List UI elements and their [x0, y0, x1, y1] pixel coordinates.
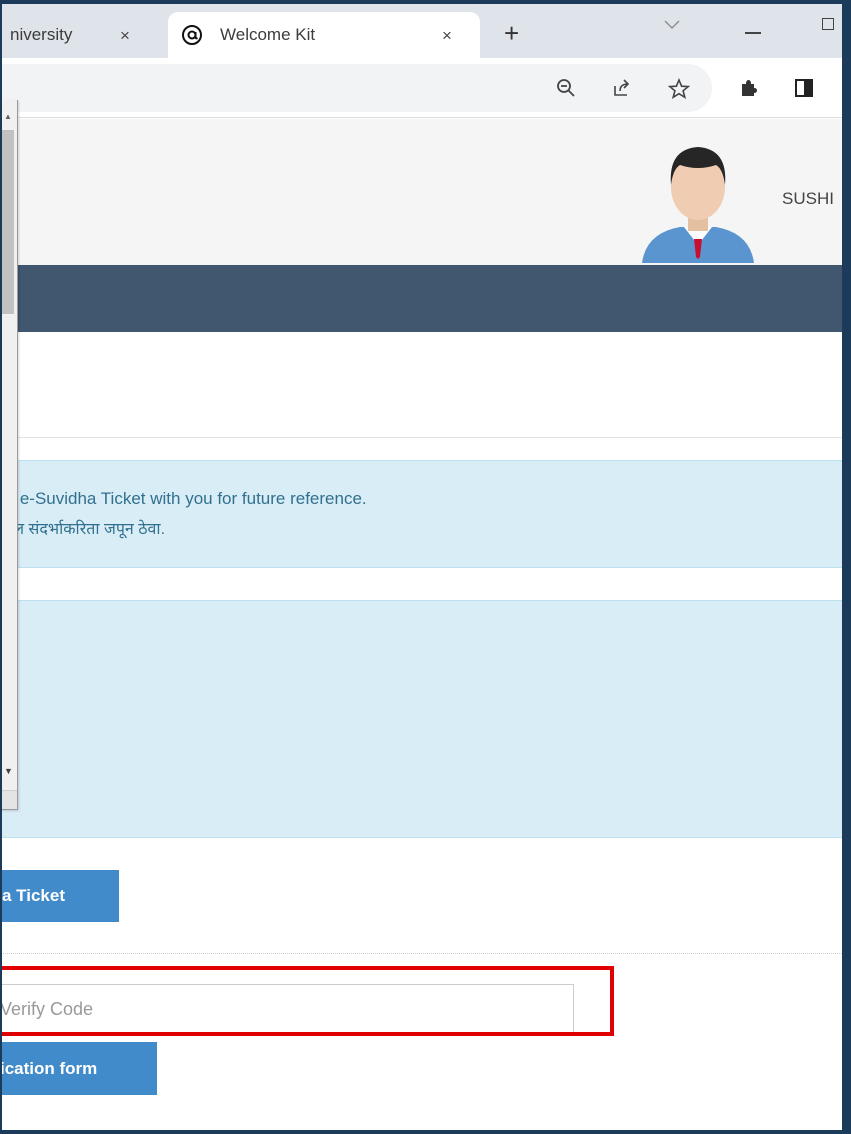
address-bar[interactable]: [0, 64, 712, 112]
details-panel: [0, 600, 842, 838]
tab-university[interactable]: niversity ×: [0, 12, 158, 58]
notice-line-english: ur e-Suvidha Ticket with you for future …: [0, 489, 367, 508]
page-header: SUSHI: [0, 119, 842, 265]
user-avatar-icon: [628, 135, 768, 263]
close-icon[interactable]: ×: [120, 27, 130, 44]
ticket-button[interactable]: a Ticket: [0, 870, 119, 922]
scroll-up-icon[interactable]: ▲: [4, 112, 12, 121]
minimize-icon[interactable]: [745, 32, 761, 34]
extensions-icon[interactable]: [738, 78, 758, 98]
share-icon[interactable]: [612, 78, 632, 98]
scroll-down-icon[interactable]: ▼: [4, 766, 13, 776]
star-icon[interactable]: [668, 78, 690, 100]
scrollbar-thumb[interactable]: [2, 130, 14, 314]
zoom-out-icon[interactable]: [556, 78, 576, 98]
browser-tab-strip: niversity × Welcome Kit × +: [0, 4, 842, 58]
window-frame-bottom: [0, 1130, 851, 1134]
restore-icon[interactable]: [822, 18, 834, 30]
application-form-button[interactable]: ication form: [0, 1042, 157, 1095]
browser-toolbar: [0, 58, 842, 118]
username-label[interactable]: SUSHI: [782, 189, 842, 209]
new-tab-button[interactable]: +: [504, 18, 519, 49]
close-icon[interactable]: ×: [442, 27, 452, 44]
panel-footer: [0, 790, 17, 809]
info-alert: ur e-Suvidha Ticket with you for future …: [0, 460, 842, 568]
dropdown-panel[interactable]: ▲ ▼: [0, 100, 18, 810]
dotted-divider: [0, 953, 842, 954]
highlight-box: [0, 966, 614, 1036]
tab-label: niversity: [10, 25, 73, 44]
chevron-down-icon[interactable]: [664, 20, 680, 30]
side-panel-icon[interactable]: [794, 78, 814, 98]
section-divider: [0, 437, 842, 438]
at-sign-icon: [182, 25, 202, 45]
tab-welcome-kit[interactable]: Welcome Kit ×: [168, 12, 480, 58]
main-navbar: [0, 265, 842, 332]
notice-line-marathi: तील संदर्भाकरिता जपून ठेवा.: [0, 521, 166, 538]
window-frame-right: [842, 0, 851, 1134]
tab-label: Welcome Kit: [220, 25, 316, 44]
avatar: [628, 135, 768, 263]
window-frame-left: [0, 0, 2, 1134]
window-frame-top: [0, 0, 851, 4]
